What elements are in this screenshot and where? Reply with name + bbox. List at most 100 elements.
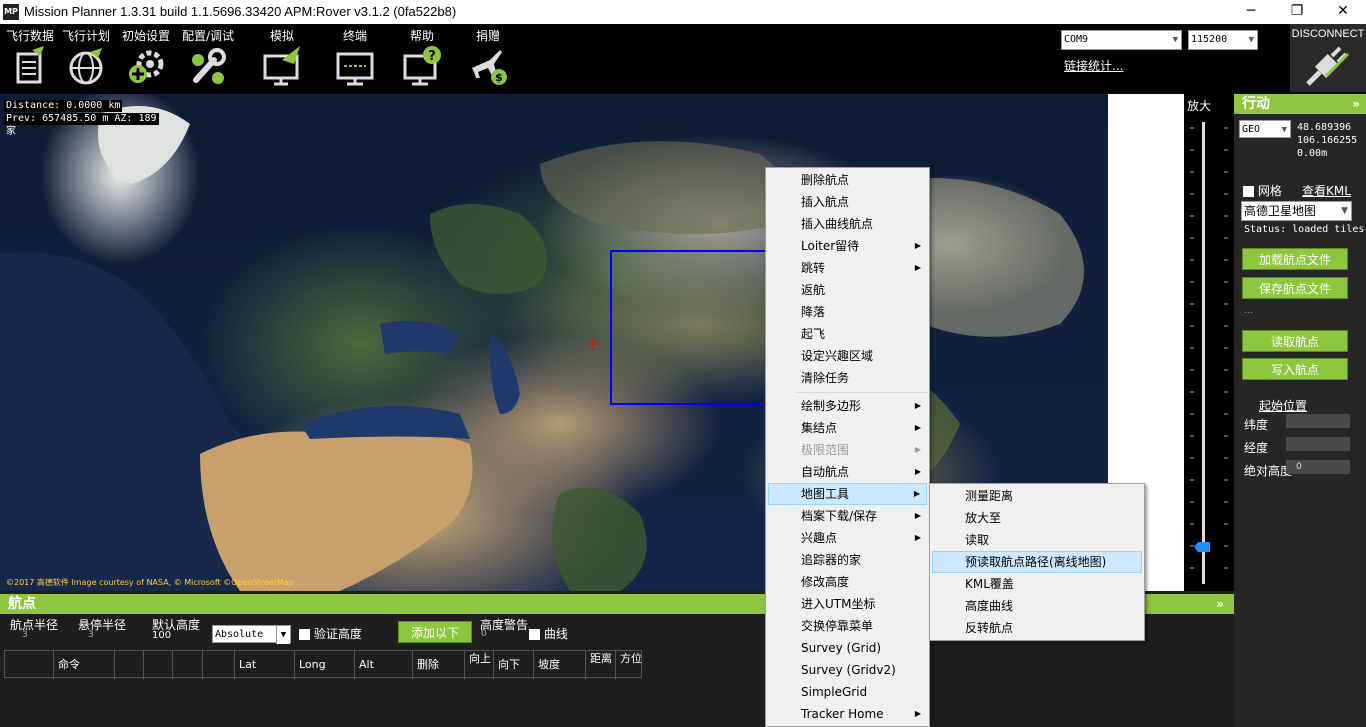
app-icon: MP	[3, 4, 19, 20]
minimize-button[interactable]: ─	[1228, 0, 1274, 24]
menu-item-simple-grid[interactable]: SimpleGrid	[768, 681, 927, 703]
menu-item-jump[interactable]: 跳转 ▶	[768, 257, 927, 279]
column-header[interactable]: Lat	[235, 651, 295, 679]
home-alt-input[interactable]: 0	[1286, 460, 1350, 474]
coord-mode-select[interactable]: GEO ▼	[1239, 120, 1291, 138]
verify-height-toggle[interactable]: 验证高度	[299, 625, 362, 642]
menu-item-swap-dock-menu[interactable]: 交换停靠菜单	[768, 615, 927, 637]
grid-toggle[interactable]: 网格	[1243, 182, 1282, 199]
column-header[interactable]: 删除	[413, 651, 465, 679]
menu-item-tracker-home[interactable]: 追踪器的家	[768, 549, 927, 571]
submenu-item-read[interactable]: 读取	[932, 529, 1142, 551]
menu-item-modify-alt[interactable]: 修改高度	[768, 571, 927, 593]
distance-readout: Distance: 0.0000 km	[4, 100, 123, 112]
wp-radius-input[interactable]: 3	[22, 630, 28, 640]
menu-item-clear-mission[interactable]: 清除任务	[768, 367, 927, 389]
column-header[interactable]: 向上	[465, 651, 494, 679]
menu-item-survey-gridv2[interactable]: Survey (Gridv2)	[768, 659, 927, 681]
collapse-icon[interactable]: »	[1352, 94, 1360, 114]
column-header[interactable]	[203, 651, 235, 679]
menu-item-label: 极限范围	[801, 443, 850, 457]
submenu-item-measure-distance[interactable]: 测量距离	[932, 485, 1142, 507]
menu-item-delete-wp[interactable]: 删除航点	[768, 169, 927, 191]
home-lng-input[interactable]	[1286, 437, 1350, 451]
baud-rate-select[interactable]: 115200 ▼	[1188, 30, 1258, 50]
menu-item-insert-wp[interactable]: 插入航点	[768, 191, 927, 213]
menu-item-map-tools[interactable]: 地图工具 ▶	[768, 483, 927, 505]
default-alt-input[interactable]: 100	[152, 630, 171, 641]
column-header[interactable]: 方位	[616, 651, 643, 679]
column-header[interactable]	[115, 651, 144, 679]
menu-item-land[interactable]: 降落	[768, 301, 927, 323]
menu-item-rtl[interactable]: 返航	[768, 279, 927, 301]
menu-item-loiter[interactable]: Loiter留待 ▶	[768, 235, 927, 257]
spline-checkbox[interactable]	[529, 629, 540, 640]
donate-tab[interactable]: 捐赠 $	[458, 24, 518, 94]
menu-item-draw-polygon[interactable]: 绘制多边形 ▶	[768, 395, 927, 417]
column-header[interactable]: 距离	[586, 651, 616, 679]
column-header[interactable]: 向下	[494, 651, 534, 679]
column-header[interactable]: Alt	[355, 651, 413, 679]
menu-item-set-roi[interactable]: 设定兴趣区域	[768, 345, 927, 367]
collapse-icon[interactable]: »	[1216, 594, 1224, 614]
submenu-item-reverse-wp[interactable]: 反转航点	[932, 617, 1142, 639]
menu-item-survey-grid[interactable]: Survey (Grid)	[768, 637, 927, 659]
column-header[interactable]: 命令	[54, 651, 115, 679]
maximize-button[interactable]: ❐	[1274, 0, 1320, 24]
menu-item-file-load-save[interactable]: 档案下载/保存 ▶	[768, 505, 927, 527]
column-header[interactable]: 坡度	[534, 651, 586, 679]
tab-label: 帮助	[409, 29, 434, 43]
simulation-tab[interactable]: 模拟	[252, 24, 312, 94]
column-header[interactable]	[144, 651, 173, 679]
add-below-button[interactable]: 添加以下	[398, 621, 472, 643]
column-header[interactable]	[5, 651, 54, 679]
disconnect-button[interactable]: DISCONNECT	[1290, 24, 1366, 92]
menu-item-enter-utm-coord[interactable]: 进入UTM坐标	[768, 593, 927, 615]
alt-mode-select[interactable]: Absolute ▼	[212, 625, 291, 644]
loiter-radius-input[interactable]: 3	[88, 630, 94, 640]
column-header[interactable]: Long	[295, 651, 355, 679]
column-header[interactable]	[173, 651, 203, 679]
submenu-item-prefetch-wp-path[interactable]: 预读取航点路径(离线地图)	[932, 551, 1142, 573]
flight-plan-tab[interactable]: 飞行计划	[56, 24, 116, 94]
menu-item-geofence[interactable]: 极限范围 ▶	[768, 439, 927, 461]
terminal-tab[interactable]: 终端	[325, 24, 385, 94]
submenu-item-kml-overlay[interactable]: KML覆盖	[932, 573, 1142, 595]
verify-height-checkbox[interactable]	[299, 629, 310, 640]
menu-item-rally-points[interactable]: 集结点 ▶	[768, 417, 927, 439]
home-lat-input[interactable]	[1286, 414, 1350, 428]
help-tab[interactable]: 帮助 ?	[392, 24, 452, 94]
submenu-arrow-icon: ▶	[913, 489, 920, 498]
alt-warn-input[interactable]: 0	[481, 629, 487, 639]
zoom-slider[interactable]	[1184, 116, 1234, 591]
menu-item-takeoff[interactable]: 起飞	[768, 323, 927, 345]
grid-checkbox[interactable]	[1243, 186, 1254, 197]
submenu-item-zoom-to[interactable]: 放大至	[932, 507, 1142, 529]
menu-item-auto-wp[interactable]: 自动航点 ▶	[768, 461, 927, 483]
status-text: Status: loaded tiles	[1244, 224, 1365, 235]
spline-toggle[interactable]: 曲线	[529, 625, 568, 642]
link-stats-link[interactable]: 链接统计...	[1064, 57, 1123, 74]
menu-item-tracker-home-sub[interactable]: Tracker Home ▶	[768, 703, 927, 725]
submenu-item-elevation-graph[interactable]: 高度曲线	[932, 595, 1142, 617]
view-kml-link[interactable]: 查看KML	[1302, 182, 1351, 199]
menu-item-label: 追踪器的家	[801, 553, 862, 567]
submenu-arrow-icon: ▶	[914, 511, 921, 520]
save-wp-file-button[interactable]: 保存航点文件	[1242, 277, 1348, 299]
close-button[interactable]: ✕	[1320, 0, 1366, 24]
read-wp-button[interactable]: 读取航点	[1242, 330, 1348, 352]
home-location-link[interactable]: 起始位置	[1259, 397, 1307, 414]
menu-item-label: SimpleGrid	[801, 685, 868, 699]
flight-data-tab[interactable]: 飞行数据	[0, 24, 60, 94]
menu-item-insert-spline-wp[interactable]: 插入曲线航点	[768, 213, 927, 235]
actions-header[interactable]: 行动 »	[1234, 94, 1366, 114]
load-wp-file-button[interactable]: 加载航点文件	[1242, 248, 1348, 270]
menu-item-poi[interactable]: 兴趣点 ▶	[768, 527, 927, 549]
config-tuning-tab[interactable]: 配置/调试	[178, 24, 238, 94]
write-wp-button[interactable]: 写入航点	[1242, 358, 1348, 380]
initial-setup-tab[interactable]: 初始设置	[116, 24, 176, 94]
submenu-arrow-icon: ▶	[914, 533, 921, 542]
svg-text:$: $	[495, 71, 503, 84]
com-port-select[interactable]: COM9 ▼	[1061, 30, 1182, 50]
map-type-select[interactable]: 高德卫星地图 ▼	[1241, 201, 1352, 221]
